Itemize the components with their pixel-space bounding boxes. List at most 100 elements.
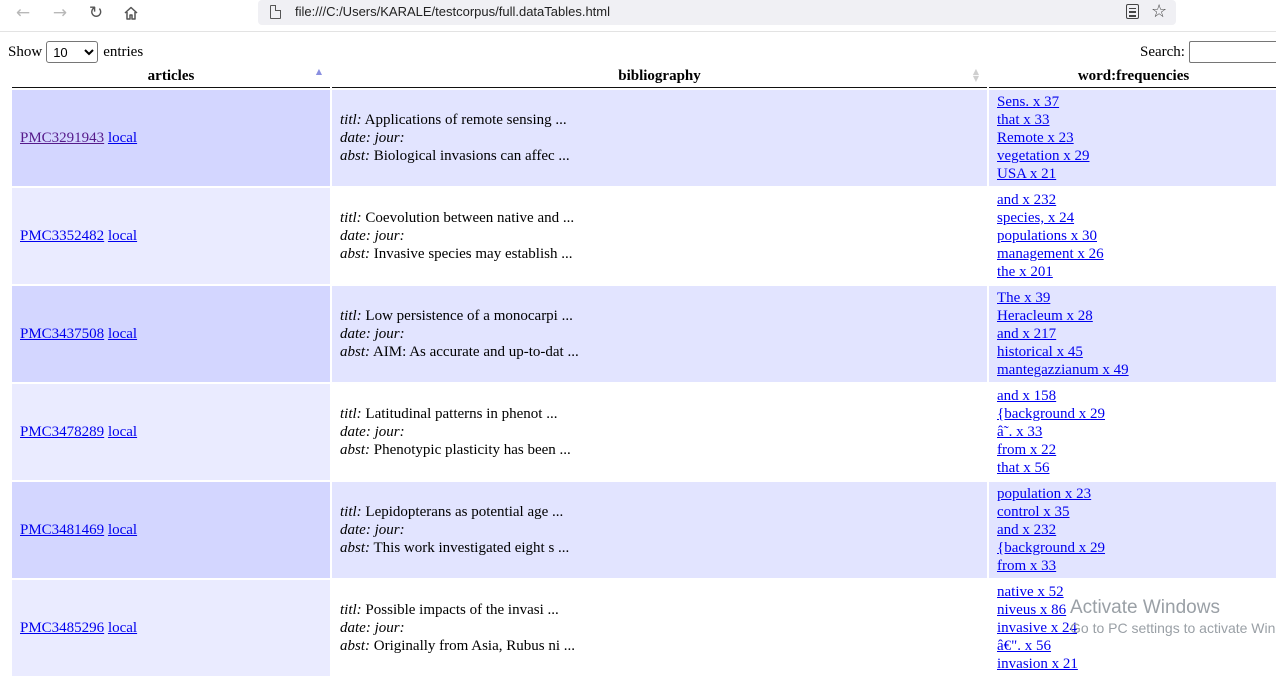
word-frequency-link[interactable]: species, x 24 — [997, 209, 1270, 227]
bib-abstract: Invasive species may establish ... — [373, 246, 573, 262]
local-link[interactable]: local — [108, 424, 137, 440]
titl-label: titl: — [340, 406, 362, 422]
word-frequency-link[interactable]: vegetation x 29 — [997, 147, 1270, 165]
bib-abstract: AIM: As accurate and up-to-dat ... — [372, 344, 579, 360]
bib-abstract: Biological invasions can affec ... — [373, 148, 570, 164]
word-frequencies-cell: The x 39 Heracleum x 28 and x 217 historica… — [989, 284, 1276, 382]
page-icon — [270, 5, 281, 19]
abst-label: abst: — [340, 638, 370, 654]
word-frequency-link[interactable]: and x 232 — [997, 521, 1270, 539]
word-frequency-link[interactable]: management x 26 — [997, 245, 1270, 263]
pmc-link[interactable]: PMC3481469 — [20, 522, 104, 538]
bib-title-line: titl: Possible impacts of the invasi ... — [340, 601, 979, 619]
word-frequency-link[interactable]: {background x 29 — [997, 539, 1270, 557]
bib-abstract-line: abst: This work investigated eight s ... — [340, 539, 979, 557]
local-link[interactable]: local — [108, 130, 137, 146]
bib-date-line: date: jour: — [340, 227, 979, 245]
table-row: PMC3481469 local titl: Lepidopterans as p… — [12, 480, 1276, 578]
jour-label: jour: — [374, 326, 405, 342]
watermark-title: Activate Windows — [1070, 597, 1220, 618]
word-frequency-link[interactable]: from x 22 — [997, 441, 1270, 459]
date-label: date: — [340, 228, 371, 244]
local-link[interactable]: local — [108, 522, 137, 538]
bookmark-star-icon[interactable]: ☆ — [1151, 0, 1167, 24]
word-frequency-link[interactable]: control x 35 — [997, 503, 1270, 521]
bib-abstract: Originally from Asia, Rubus ni ... — [373, 638, 575, 654]
bib-date-line: date: jour: — [340, 521, 979, 539]
local-link[interactable]: local — [108, 620, 137, 636]
arrow-right-icon: → — [52, 3, 68, 23]
header-label: articles — [147, 67, 195, 84]
word-frequency-link[interactable]: USA x 21 — [997, 165, 1270, 183]
word-frequency-link[interactable]: Sens. x 37 — [997, 93, 1270, 111]
bib-title: Applications of remote sensing ... — [364, 112, 567, 128]
header-articles[interactable]: articles ▲ — [12, 65, 330, 88]
bib-title: Possible impacts of the invasi ... — [365, 602, 559, 618]
bibliography-cell: titl: Low persistence of a monocarpi ...… — [332, 284, 987, 382]
word-frequency-link[interactable]: Heracleum x 28 — [997, 307, 1270, 325]
bib-abstract: Phenotypic plasticity has been ... — [373, 442, 571, 458]
header-word-frequencies[interactable]: word:frequencies — [989, 65, 1276, 88]
word-frequency-link[interactable]: and x 232 — [997, 191, 1270, 209]
pmc-link[interactable]: PMC3291943 — [20, 130, 104, 146]
jour-label: jour: — [374, 424, 405, 440]
word-frequency-link[interactable]: and x 217 — [997, 325, 1270, 343]
abst-label: abst: — [340, 246, 370, 262]
abst-label: abst: — [340, 540, 370, 556]
word-frequency-link[interactable]: population x 23 — [997, 485, 1270, 503]
word-frequency-link[interactable]: Remote x 23 — [997, 129, 1270, 147]
watermark-subtitle: Go to PC settings to activate Windows. — [1070, 620, 1276, 636]
word-frequency-link[interactable]: from x 33 — [997, 557, 1270, 575]
word-frequencies-cell: population x 23 control x 35 and x 232 {bac… — [989, 480, 1276, 578]
word-frequency-link[interactable]: mantegazzianum x 49 — [997, 361, 1270, 379]
entries-select[interactable]: 10 — [46, 41, 99, 63]
titl-label: titl: — [340, 504, 362, 520]
bib-date-line: date: jour: — [340, 423, 979, 441]
bibliography-cell: titl: Latitudinal patterns in phenot ...… — [332, 382, 987, 480]
word-frequency-link[interactable]: â€". x 56 — [997, 637, 1270, 655]
word-frequencies-cell: and x 158 {background x 29 â˜. x 33 from x … — [989, 382, 1276, 480]
bib-date-line: date: jour: — [340, 129, 979, 147]
table-row: PMC3437508 local titl: Low persistence of… — [12, 284, 1276, 382]
word-frequency-link[interactable]: {background x 29 — [997, 405, 1270, 423]
word-frequency-link[interactable]: The x 39 — [997, 289, 1270, 307]
search-input[interactable] — [1188, 41, 1276, 63]
reader-view-icon[interactable] — [1126, 4, 1139, 19]
back-button[interactable]: ← — [10, 2, 36, 24]
bib-title: Latitudinal patterns in phenot ... — [365, 406, 558, 422]
bib-abstract-line: abst: Originally from Asia, Rubus ni ... — [340, 637, 979, 655]
abst-label: abst: — [340, 442, 370, 458]
home-button[interactable] — [118, 2, 144, 24]
local-link[interactable]: local — [108, 326, 137, 342]
url-text[interactable]: file:///C:/Users/KARALE/testcorpus/full.… — [295, 4, 610, 19]
bib-title-line: titl: Low persistence of a monocarpi ... — [340, 307, 979, 325]
word-frequency-link[interactable]: invasion x 21 — [997, 655, 1270, 673]
article-cell: PMC3291943 local — [12, 88, 330, 186]
bib-title: Coevolution between native and ... — [365, 210, 575, 226]
entries-label: entries — [103, 43, 144, 60]
word-frequency-link[interactable]: â˜. x 33 — [997, 423, 1270, 441]
pmc-link[interactable]: PMC3478289 — [20, 424, 104, 440]
word-frequency-link[interactable]: that x 56 — [997, 459, 1270, 477]
bib-title-line: titl: Applications of remote sensing ... — [340, 111, 979, 129]
bib-title: Low persistence of a monocarpi ... — [365, 308, 573, 324]
word-frequency-link[interactable]: populations x 30 — [997, 227, 1270, 245]
pmc-link[interactable]: PMC3485296 — [20, 620, 104, 636]
pmc-link[interactable]: PMC3437508 — [20, 326, 104, 342]
pmc-link[interactable]: PMC3352482 — [20, 228, 104, 244]
header-bibliography[interactable]: bibliography ▲ ▼ — [332, 65, 987, 88]
local-link[interactable]: local — [108, 228, 137, 244]
entries-length-control: Show 10 entries — [8, 41, 143, 63]
word-frequency-link[interactable]: the x 201 — [997, 263, 1270, 281]
jour-label: jour: — [374, 228, 405, 244]
date-label: date: — [340, 424, 371, 440]
bibliography-cell: titl: Applications of remote sensing ...… — [332, 88, 987, 186]
word-frequency-link[interactable]: historical x 45 — [997, 343, 1270, 361]
jour-label: jour: — [374, 522, 405, 538]
word-frequency-link[interactable]: and x 158 — [997, 387, 1270, 405]
word-frequency-link[interactable]: that x 33 — [997, 111, 1270, 129]
address-bar[interactable]: file:///C:/Users/KARALE/testcorpus/full.… — [258, 0, 1176, 25]
reload-button[interactable]: ↻ — [83, 2, 109, 24]
forward-button[interactable]: → — [47, 2, 73, 24]
sort-both-icon: ▲ ▼ — [972, 67, 979, 83]
